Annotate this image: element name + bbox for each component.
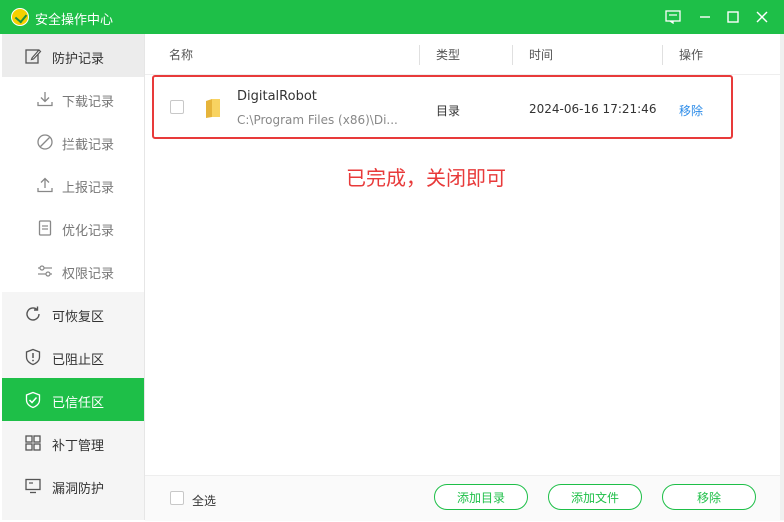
block-icon xyxy=(37,134,53,150)
sidebar-item-optimize-records[interactable]: 优化记录 xyxy=(2,206,144,249)
shield-alert-icon xyxy=(25,348,41,366)
edit-icon xyxy=(25,49,42,64)
document-icon xyxy=(38,220,52,236)
grid-icon xyxy=(25,435,41,451)
sidebar-item-permission-records[interactable]: 权限记录 xyxy=(2,249,144,292)
sidebar-item-trusted[interactable]: 已信任区 xyxy=(2,378,144,421)
column-header-type[interactable]: 类型 xyxy=(436,46,460,63)
column-header-action: 操作 xyxy=(679,48,704,62)
annotation-text: 已完成，关闭即可 xyxy=(346,166,506,190)
sidebar-item-patch-management[interactable]: 补丁管理 xyxy=(2,421,144,464)
column-divider xyxy=(662,45,663,65)
select-all-label[interactable]: 全选 xyxy=(192,492,216,509)
table-header: 名称 类型 时间 操作 xyxy=(145,34,784,75)
window-edge xyxy=(780,34,784,520)
sidebar-item-vulnerability-protection[interactable]: 漏洞防护 xyxy=(2,464,144,507)
column-header-name[interactable]: 名称 xyxy=(169,46,193,63)
sidebar-item-blocked[interactable]: 已阻止区 xyxy=(2,335,144,378)
main-content: 名称 类型 时间 操作 DigitalRobot C:\Program File… xyxy=(145,34,784,521)
close-icon[interactable] xyxy=(750,5,774,29)
maximize-icon[interactable] xyxy=(721,5,745,29)
select-all-checkbox[interactable] xyxy=(170,491,184,505)
minimize-icon[interactable] xyxy=(693,5,717,29)
monitor-icon xyxy=(25,478,41,494)
sidebar: 防护记录 下载记录 拦截记录 上报记录 优化记录 权限记录 可恢复区 已阻止区 … xyxy=(2,34,145,520)
upload-icon xyxy=(37,177,53,193)
restore-icon xyxy=(26,306,40,321)
add-file-button[interactable]: 添加文件 xyxy=(548,484,642,510)
sidebar-item-protection-records[interactable]: 防护记录 xyxy=(2,34,144,77)
remove-button[interactable]: 移除 xyxy=(662,484,756,510)
download-icon xyxy=(37,92,53,107)
shield-check-icon xyxy=(25,391,41,409)
app-logo-icon xyxy=(11,8,29,26)
sliders-icon xyxy=(38,265,52,277)
sidebar-item-recoverable[interactable]: 可恢复区 xyxy=(2,292,144,335)
sidebar-item-download-records[interactable]: 下载记录 xyxy=(2,77,144,120)
highlight-box xyxy=(152,75,733,139)
sidebar-item-upload-records[interactable]: 上报记录 xyxy=(2,163,144,206)
add-folder-button[interactable]: 添加目录 xyxy=(434,484,528,510)
title-bar: 安全操作中心 xyxy=(0,0,784,34)
column-divider xyxy=(512,45,513,65)
sidebar-item-block-records[interactable]: 拦截记录 xyxy=(2,120,144,163)
footer-bar: 全选 添加目录 添加文件 移除 xyxy=(145,475,784,521)
column-divider xyxy=(419,45,420,65)
window-title: 安全操作中心 xyxy=(35,13,114,28)
feedback-icon[interactable] xyxy=(661,5,685,29)
column-header-time[interactable]: 时间 xyxy=(529,46,553,63)
